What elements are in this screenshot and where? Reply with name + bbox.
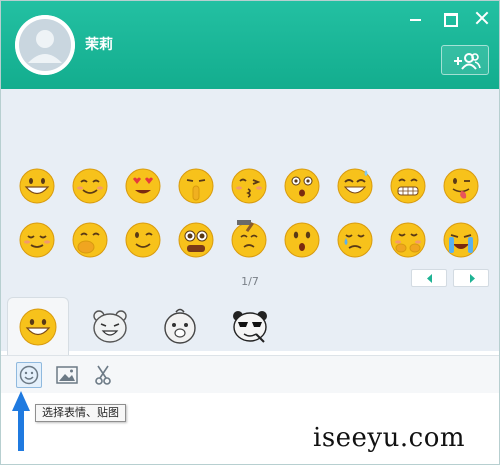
tab-chick-sticker[interactable] xyxy=(149,297,211,355)
sobbing-emoji-icon xyxy=(443,222,479,258)
tongue-wink-emoji-icon xyxy=(443,168,479,204)
emoji-heart-eyes[interactable] xyxy=(120,163,166,209)
prev-page-button[interactable] xyxy=(411,269,447,287)
shush-emoji-icon xyxy=(178,168,214,204)
close-icon[interactable] xyxy=(471,10,493,26)
emoji-surprised[interactable] xyxy=(279,163,325,209)
emoji-hand-over-mouth[interactable] xyxy=(67,217,113,263)
surprised-emoji-icon xyxy=(284,168,320,204)
emoji-astonished[interactable] xyxy=(279,217,325,263)
bear-sticker-icon xyxy=(93,310,127,343)
grimace-emoji-icon xyxy=(390,168,426,204)
hammer-emoji-icon xyxy=(231,220,267,258)
hand-over-mouth-emoji-icon xyxy=(72,222,108,258)
smile-emoji-icon xyxy=(72,168,108,204)
emoji-button[interactable] xyxy=(16,362,42,388)
input-toolbar xyxy=(1,355,499,393)
emoji-wink[interactable] xyxy=(120,217,166,263)
maximize-icon[interactable] xyxy=(439,10,461,27)
scissors-icon xyxy=(95,365,111,385)
grin-emoji-icon xyxy=(19,308,57,345)
emoji-tongue-wink[interactable] xyxy=(438,163,484,209)
add-friend-button[interactable] xyxy=(441,45,489,75)
tab-emoji-faces[interactable] xyxy=(7,297,69,355)
sticker-tabs xyxy=(1,297,499,355)
emoji-sobbing[interactable] xyxy=(438,217,484,263)
grin-emoji-icon xyxy=(19,168,55,204)
crying-emoji-icon xyxy=(337,222,373,258)
emoji-kiss[interactable] xyxy=(226,163,272,209)
tooltip: 选择表情、贴图 xyxy=(35,404,126,422)
minimize-icon[interactable] xyxy=(405,10,427,26)
tab-bear-sticker[interactable] xyxy=(79,297,141,355)
shy-emoji-icon xyxy=(390,222,426,258)
astonished-emoji-icon xyxy=(284,222,320,258)
emoji-laugh-sweat[interactable] xyxy=(332,163,378,209)
emoji-icon xyxy=(19,365,39,385)
emoji-grin[interactable] xyxy=(14,163,60,209)
panda-sticker-icon xyxy=(233,311,267,343)
emoji-crying[interactable] xyxy=(332,217,378,263)
arrow-up-icon xyxy=(12,391,30,451)
kiss-emoji-icon xyxy=(231,168,267,204)
chat-window: 茉莉 1/7 选择表情、贴图 iseeyu.com xyxy=(0,0,500,465)
avatar[interactable] xyxy=(15,15,75,75)
relieved-emoji-icon xyxy=(19,222,55,258)
add-friend-icon xyxy=(454,53,481,70)
emoji-grimace[interactable] xyxy=(385,163,431,209)
image-button[interactable] xyxy=(54,362,80,388)
dizzy-eyes-emoji-icon xyxy=(178,222,214,258)
watermark: iseeyu.com xyxy=(313,423,465,453)
emoji-shush[interactable] xyxy=(173,163,219,209)
emoji-shy[interactable] xyxy=(385,217,431,263)
laugh-sweat-emoji-icon xyxy=(337,168,373,204)
chat-header: 茉莉 xyxy=(1,1,499,89)
emoji-relieved[interactable] xyxy=(14,217,60,263)
chevron-left-icon xyxy=(427,274,432,283)
chevron-right-icon xyxy=(470,274,475,283)
contact-name: 茉莉 xyxy=(85,37,113,53)
wink-emoji-icon xyxy=(125,222,161,258)
tab-panda-sticker[interactable] xyxy=(219,297,281,355)
heart-eyes-emoji-icon xyxy=(125,168,161,204)
emoji-smile[interactable] xyxy=(67,163,113,209)
screenshot-button[interactable] xyxy=(90,362,116,388)
chick-sticker-icon xyxy=(164,308,196,344)
emoji-hammer[interactable] xyxy=(226,217,272,263)
next-page-button[interactable] xyxy=(453,269,489,287)
image-icon xyxy=(56,366,78,384)
emoji-dizzy-eyes[interactable] xyxy=(173,217,219,263)
